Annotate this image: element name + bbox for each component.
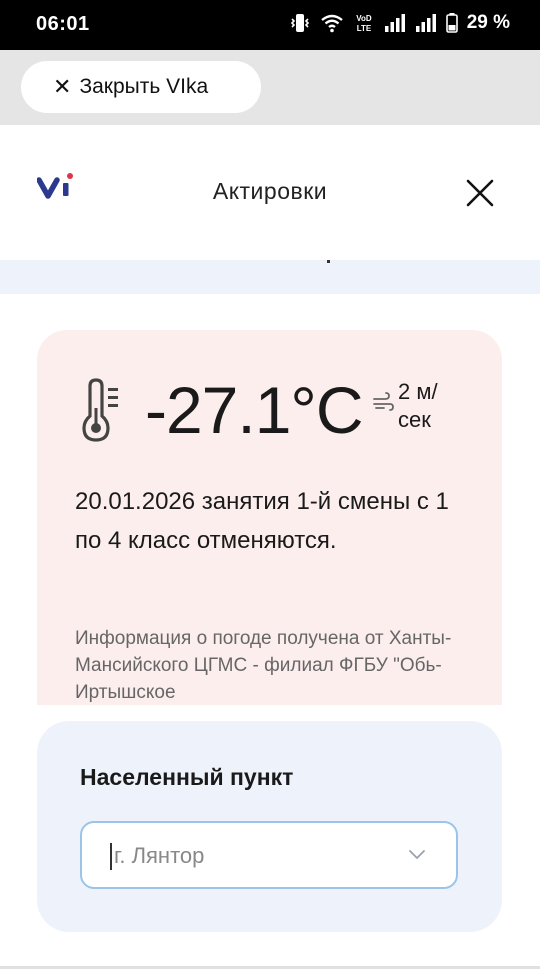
- weather-source: Информация о погоде получена от Ханты-Ма…: [75, 628, 452, 703]
- signal-icon-1: [384, 13, 406, 33]
- volte-bottom-label: LTE: [356, 24, 371, 33]
- scroll-band: [0, 260, 540, 294]
- close-vika-label: Закрыть VIka: [79, 75, 209, 98]
- text-cursor: [110, 843, 112, 870]
- location-label: Населенный пункт: [80, 764, 294, 790]
- location-card: Населенный пункт г. Лянтор: [37, 721, 502, 932]
- status-icons: VoD LTE 29 %: [289, 12, 510, 34]
- volte-icon: VoD LTE: [353, 12, 375, 34]
- close-strip: ✕ Закрыть VIka: [0, 50, 540, 125]
- app-header: Актировки: [0, 125, 540, 260]
- location-value: г. Лянтор: [114, 843, 205, 868]
- weather-card: -27.1°C 2 м/ сек 20.01.2026 занятия 1-й …: [37, 330, 502, 705]
- wind-icon: [372, 392, 394, 419]
- page-title: Актировки: [212, 178, 328, 204]
- volte-top-label: VoD: [356, 14, 372, 23]
- status-bar: 06:01 VoD LTE 29 %: [0, 0, 540, 50]
- signal-icon-2: [415, 13, 437, 33]
- close-vika-button[interactable]: ✕ Закрыть VIka: [21, 61, 261, 113]
- cancellation-notice: 20.01.2026 занятия 1-й смены с 1 по 4 кл…: [75, 488, 449, 554]
- battery-icon: [445, 13, 458, 33]
- thermometer-icon: [80, 378, 124, 447]
- temperature-value: -27.1°C: [145, 373, 363, 447]
- wifi-icon: [320, 13, 344, 33]
- vibrate-icon: [289, 13, 311, 33]
- location-select[interactable]: г. Лянтор: [80, 821, 458, 889]
- band-marker: [327, 260, 330, 263]
- close-icon[interactable]: [465, 178, 495, 208]
- chevron-down-icon: [408, 848, 426, 866]
- close-icon: ✕: [53, 74, 72, 99]
- status-time: 06:01: [36, 13, 90, 35]
- battery-percent: 29 %: [466, 12, 510, 33]
- wind-speed: 2 м/ сек: [398, 379, 438, 432]
